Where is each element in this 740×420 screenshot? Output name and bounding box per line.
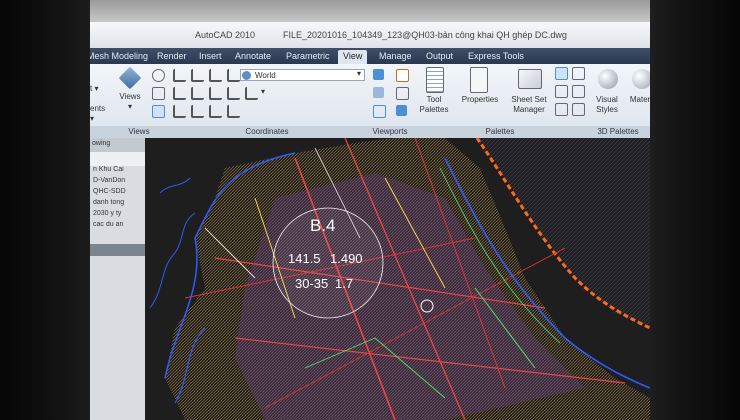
- ucs-axis-icon[interactable]: [209, 69, 222, 82]
- viewport-icon[interactable]: [396, 105, 407, 116]
- ucs-icon[interactable]: [152, 87, 165, 100]
- ribbon: t ▾ ents ▾ Views ▾ World ▾ ▾ Tool Palett…: [90, 64, 650, 138]
- panel-viewports-label: Viewports: [366, 126, 415, 138]
- visual-styles-icon[interactable]: [598, 69, 618, 89]
- globe-icon: [242, 71, 251, 80]
- drawing-canvas[interactable]: B.4 141.5 1.490 30-35 1.7: [145, 137, 650, 420]
- coordinates-dropdown[interactable]: World: [240, 69, 365, 81]
- tab-annotate[interactable]: Annotate: [230, 50, 276, 64]
- monitor-bezel-top: [90, 0, 650, 22]
- materials-icon[interactable]: [632, 69, 650, 89]
- palette-icon[interactable]: [572, 85, 585, 98]
- palette-icon[interactable]: [572, 103, 585, 116]
- tab-mesh-modeling[interactable]: Mesh Modeling: [90, 50, 153, 64]
- monitor-bezel-right: [650, 0, 740, 420]
- panel-header: owing: [90, 138, 145, 152]
- ratio-label: 1.7: [335, 276, 354, 291]
- ucs-axis-icon[interactable]: [191, 105, 204, 118]
- tab-insert[interactable]: Insert: [194, 50, 227, 64]
- ucs-icon[interactable]: [152, 69, 165, 82]
- sheet-set-manager-button[interactable]: Sheet Set Manager: [506, 95, 552, 115]
- sheet-set-panel: owing n Khu Cai D-VanDon QHC-SDD danh to…: [90, 138, 145, 420]
- palette-icon[interactable]: [555, 85, 568, 98]
- viewport-icon[interactable]: [373, 69, 384, 80]
- palette-icon[interactable]: [572, 67, 585, 80]
- title-bar: AutoCAD 2010 FILE_20201016_104349_123@QH…: [90, 22, 650, 48]
- monitor-bezel-left: [0, 0, 90, 420]
- zone-label: B.4: [310, 216, 336, 235]
- tab-output[interactable]: Output: [421, 50, 458, 64]
- ucs-axis-icon[interactable]: [227, 69, 240, 82]
- properties-icon[interactable]: [470, 67, 488, 93]
- app-title: AutoCAD 2010: [195, 30, 256, 40]
- ucs-axis-icon[interactable]: [173, 105, 186, 118]
- sheet-set-icon[interactable]: [518, 69, 542, 89]
- tool-palettes-icon[interactable]: [426, 67, 444, 93]
- properties-button[interactable]: Properties: [458, 95, 502, 105]
- tab-express-tools[interactable]: Express Tools: [463, 50, 529, 64]
- views-cube-icon[interactable]: [118, 66, 142, 90]
- panel-3d-palettes-label: 3D Palettes: [586, 126, 650, 138]
- list-item[interactable]: cac du an: [90, 221, 145, 232]
- list-item[interactable]: n Khu Cai: [90, 166, 145, 177]
- panel-coordinates-label: Coordinates: [168, 126, 367, 138]
- ucs-axis-icon[interactable]: [227, 105, 240, 118]
- chevron-down-icon[interactable]: ▾: [258, 87, 268, 97]
- height-label: 30-35: [295, 276, 329, 291]
- viewport-icon[interactable]: [396, 87, 409, 100]
- tab-manage[interactable]: Manage: [374, 50, 417, 64]
- ucs-axis-icon[interactable]: [191, 87, 204, 100]
- viewport-icon[interactable]: [373, 105, 386, 118]
- tab-view[interactable]: View: [338, 50, 368, 64]
- autocad-window: AutoCAD 2010 FILE_20201016_104349_123@QH…: [90, 22, 650, 420]
- viewport-icon[interactable]: [373, 87, 384, 98]
- list-item[interactable]: 2030 y ty: [90, 210, 145, 221]
- ucs-axis-icon[interactable]: [191, 69, 204, 82]
- views-button[interactable]: Views: [112, 92, 148, 102]
- chevron-down-icon[interactable]: ▾: [354, 69, 364, 79]
- panel-views-label: Views: [110, 126, 169, 138]
- ucs-axis-icon[interactable]: [245, 87, 258, 100]
- ucs-axis-icon[interactable]: [209, 105, 222, 118]
- materials-button[interactable]: Materi: [626, 95, 650, 105]
- tab-render[interactable]: Render: [152, 50, 192, 64]
- visual-styles-button[interactable]: Visual Styles: [590, 95, 624, 115]
- panel-palettes-label: Palettes: [414, 126, 587, 138]
- list-item[interactable]: danh tong: [90, 199, 145, 210]
- area-label: 141.5: [288, 251, 321, 266]
- ribbon-tabs: Mesh Modeling Render Insert Annotate Par…: [90, 48, 650, 64]
- chevron-down-icon[interactable]: ▾: [125, 102, 135, 112]
- palette-icon[interactable]: [555, 103, 568, 116]
- palette-icon[interactable]: [555, 67, 568, 80]
- ucs-icon[interactable]: [152, 105, 165, 118]
- ucs-axis-icon[interactable]: [227, 87, 240, 100]
- ucs-axis-icon[interactable]: [173, 87, 186, 100]
- list-item[interactable]: D-VanDon: [90, 177, 145, 188]
- panel-status-bar: [90, 244, 145, 256]
- cad-drawing: [145, 137, 650, 420]
- population-label: 1.490: [330, 251, 363, 266]
- tool-palettes-button[interactable]: Tool Palettes: [416, 95, 452, 115]
- ucs-axis-icon[interactable]: [209, 87, 222, 100]
- viewport-icon[interactable]: [396, 69, 409, 82]
- list-item[interactable]: QHC-SDD: [90, 188, 145, 199]
- tab-parametric[interactable]: Parametric: [281, 50, 335, 64]
- file-title: FILE_20201016_104349_123@QH03-bản công k…: [283, 30, 567, 40]
- ucs-axis-icon[interactable]: [173, 69, 186, 82]
